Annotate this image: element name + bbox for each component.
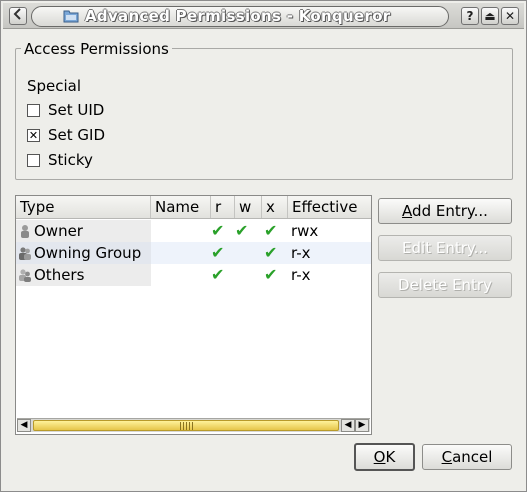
row-type: Others [34, 266, 85, 284]
w-check[interactable]: ✔ [235, 220, 248, 242]
set-gid-checkbox[interactable]: ✕ Set GID [27, 125, 105, 145]
x-check[interactable]: ✔ [264, 242, 277, 264]
chevron-left-icon [13, 8, 21, 20]
user-icon [21, 225, 29, 238]
window-title: Advanced Permissions - Konqueror [85, 7, 391, 25]
shade-button[interactable]: ⏏ [481, 7, 499, 25]
x-check[interactable]: ✔ [264, 220, 277, 242]
scroll-right-icon[interactable]: ▶ [355, 419, 369, 432]
folder-icon [63, 10, 79, 23]
add-entry-mnemonic: A [402, 202, 413, 220]
column-header-x[interactable]: x [262, 196, 288, 218]
column-header-type[interactable]: Type [16, 196, 151, 218]
close-button[interactable]: ✕ [501, 7, 519, 25]
titlebar[interactable]: Advanced Permissions - Konqueror ? ⏏ ✕ [3, 3, 524, 29]
scroll-left-icon[interactable]: ◀ [341, 419, 355, 432]
set-uid-label: Set UID [48, 101, 105, 119]
window-menu-button[interactable] [9, 7, 27, 25]
set-uid-checkbox[interactable]: Set UID [27, 100, 104, 120]
column-header-w[interactable]: w [235, 196, 262, 218]
effective-value: r-x [291, 244, 311, 262]
scrollbar-thumb[interactable] [33, 420, 339, 431]
edit-entry-button[interactable]: Edit Entry... [378, 235, 512, 261]
list-header: Type Name r w x Effective [16, 196, 371, 219]
column-header-r[interactable]: r [211, 196, 235, 218]
x-check[interactable]: ✔ [264, 264, 277, 286]
sticky-label: Sticky [48, 151, 93, 169]
type-cell: Others [16, 264, 151, 286]
scroll-left-icon[interactable]: ◀ [17, 419, 31, 432]
help-button[interactable]: ? [461, 7, 479, 25]
checkbox-box-checked[interactable]: ✕ [27, 128, 40, 142]
delete-entry-button[interactable]: Delete Entry [378, 272, 512, 298]
horizontal-scrollbar[interactable]: ◀ ◀ ▶ [17, 418, 370, 432]
access-permissions-title: Access Permissions [21, 40, 172, 58]
set-gid-label: Set GID [48, 126, 105, 144]
column-header-effective[interactable]: Effective [288, 196, 371, 218]
ok-mnemonic: O [373, 448, 386, 466]
cancel-label: ancel [452, 448, 493, 466]
table-row[interactable]: Others ✔ ✔ r-x [16, 264, 371, 286]
column-header-name[interactable]: Name [151, 196, 211, 218]
ok-button[interactable]: OK [354, 443, 415, 471]
checkbox-box[interactable] [27, 153, 40, 167]
row-type: Owning Group [34, 244, 142, 262]
table-row[interactable]: Owning Group ✔ ✔ r-x [16, 242, 371, 264]
dialog-window: Advanced Permissions - Konqueror ? ⏏ ✕ A… [0, 0, 527, 492]
effective-value: r-x [291, 266, 311, 284]
ok-label: K [385, 448, 396, 466]
sticky-checkbox[interactable]: Sticky [27, 150, 93, 170]
grip-icon [180, 422, 194, 430]
checkbox-box[interactable] [27, 103, 40, 117]
acl-list[interactable]: Type Name r w x Effective Owner ✔ ✔ ✔ rw… [15, 195, 372, 435]
r-check[interactable]: ✔ [211, 220, 224, 242]
others-icon [19, 269, 31, 282]
add-entry-button[interactable]: Add Entry... [378, 198, 512, 224]
cancel-mnemonic: C [441, 448, 453, 466]
cancel-button[interactable]: Cancel [422, 444, 512, 470]
add-entry-label: dd Entry... [412, 202, 488, 220]
r-check[interactable]: ✔ [211, 242, 224, 264]
table-row[interactable]: Owner ✔ ✔ ✔ rwx [16, 220, 371, 242]
special-label: Special [27, 77, 82, 95]
type-cell: Owner [16, 220, 151, 242]
r-check[interactable]: ✔ [211, 264, 224, 286]
row-type: Owner [34, 222, 83, 240]
effective-value: rwx [291, 222, 319, 240]
group-icon [19, 247, 31, 260]
type-cell: Owning Group [16, 242, 151, 264]
